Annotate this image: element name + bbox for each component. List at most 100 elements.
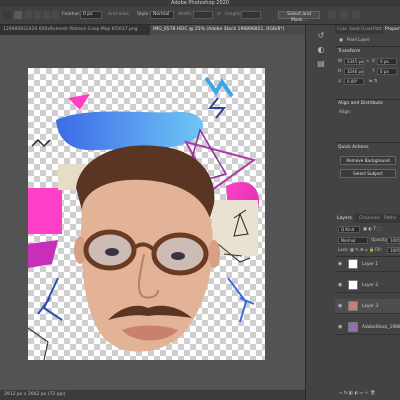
style-label: Style:	[137, 12, 150, 17]
height-input[interactable]	[241, 11, 261, 19]
layer-name: Layer 3	[362, 304, 379, 309]
y-field[interactable]: 0 px	[377, 68, 397, 75]
height-label: Height:	[225, 12, 242, 17]
workspace-icon[interactable]	[340, 11, 348, 19]
layers-tabbar: Layers Channels Paths	[335, 214, 400, 223]
layer-row[interactable]: ◉ AdobeStock_198896...	[335, 320, 400, 335]
height-field[interactable]: 3246 px	[344, 68, 364, 75]
pink-triangle-shape	[68, 94, 90, 110]
visibility-eye-icon[interactable]: ◉	[338, 324, 342, 330]
width-input[interactable]	[193, 11, 213, 19]
blend-mode-select[interactable]: Normal	[338, 237, 368, 244]
home-icon[interactable]	[3, 11, 11, 19]
h-label: H	[338, 68, 342, 73]
doc-tab-active[interactable]: IMG_6578.HEIC @ 25% (Adobe Stock 1988968…	[150, 25, 305, 35]
w-label: W	[338, 58, 343, 63]
select-subject-button[interactable]: Select Subject	[340, 169, 396, 178]
layer-name: Layer 1	[362, 262, 379, 267]
document-canvas[interactable]	[28, 68, 265, 360]
layer-name: Layer 2	[362, 283, 379, 288]
layer-filter-kind[interactable]: Q Kind	[338, 226, 360, 233]
fill-field[interactable]: 100%	[387, 247, 400, 254]
adjustments-icon[interactable]: ◐	[315, 45, 327, 55]
tab-patterns[interactable]: Patt	[371, 25, 384, 34]
select-and-mask-button[interactable]: Select and Mask...	[278, 11, 320, 23]
document-tabs: 129980932426 600x6xmesh Patreon Coop Map…	[0, 25, 305, 35]
options-bar: Feather: 0 px Anti-alias Style: Normal W…	[0, 7, 400, 25]
flip-icons[interactable]: ⇆ ⇅	[369, 78, 377, 84]
quick-actions-heading: Quick Actions	[338, 145, 369, 150]
lock-label: Lock:	[338, 247, 349, 252]
layer-row[interactable]: ◉ Layer 1	[335, 257, 400, 272]
title-bar: Adobe Photoshop 2020	[0, 0, 400, 7]
intersect-selection-icon[interactable]	[52, 11, 59, 19]
style-select[interactable]: Normal	[150, 11, 174, 19]
x-field[interactable]: 0 px	[377, 58, 397, 65]
new-selection-icon[interactable]	[25, 11, 32, 19]
layer-thumbnail	[348, 259, 358, 269]
doodle-lines	[28, 327, 49, 360]
lock-icons[interactable]: ▦ ✎ ✥ ⌂ 🔒	[350, 247, 374, 253]
y-label: Y	[372, 68, 375, 73]
panel-icon-strip: ↺ ◐ ▤	[305, 25, 336, 400]
layer-name: AdobeStock_198896...	[362, 325, 400, 330]
share-icon[interactable]	[352, 11, 360, 19]
squiggle-shape	[31, 138, 51, 148]
toolbar	[0, 35, 22, 390]
marquee-tool-icon[interactable]	[14, 11, 22, 19]
tab-properties[interactable]: Properties	[383, 25, 400, 34]
blue-lines	[37, 277, 63, 321]
opacity-label: Opacity:	[371, 237, 389, 242]
history-icon[interactable]: ↺	[315, 31, 327, 41]
eye-shape	[171, 252, 185, 260]
angle-field[interactable]: 0.00°	[344, 78, 364, 85]
remove-background-button[interactable]: Remove Background	[340, 156, 396, 165]
transform-heading: Transform	[338, 49, 361, 54]
tab-layers[interactable]: Layers	[335, 214, 354, 223]
tab-channels[interactable]: Channels	[357, 214, 382, 223]
zigzag-shape	[207, 97, 227, 119]
blue-brush-shape	[56, 111, 204, 151]
antialias-checkbox[interactable]: Anti-alias	[108, 11, 129, 19]
layer-thumbnail	[348, 301, 358, 311]
divider	[335, 142, 400, 143]
width-label: Width:	[178, 12, 193, 17]
feather-label: Feather:	[62, 12, 81, 17]
layer-row-selected[interactable]: ◉ Layer 3	[335, 299, 400, 314]
canvas-artwork	[28, 76, 259, 360]
visibility-eye-icon[interactable]: ◉	[338, 261, 342, 267]
width-field[interactable]: 2345 px	[344, 58, 364, 65]
status-bar: 2912 px x 2662 px (72 ppi)	[0, 390, 305, 400]
link-icon[interactable]: ∞	[366, 58, 370, 64]
document-info: 2912 px x 2662 px (72 ppi)	[4, 392, 66, 397]
visibility-eye-icon[interactable]: ◉	[338, 282, 342, 288]
pink-triangle-shape	[28, 240, 58, 268]
layer-actions-icons[interactable]: ∞ fx ◧ ◐ ▭ ＋ 🗑	[339, 390, 376, 396]
subtract-selection-icon[interactable]	[43, 11, 50, 19]
divider	[335, 99, 400, 100]
ear-shape	[208, 240, 220, 268]
visibility-eye-icon[interactable]: ◉	[338, 303, 342, 309]
doc-tab-1[interactable]: 129980932426 600x6xmesh Patreon Coop Map…	[0, 25, 148, 35]
layer-row[interactable]: ◉ Layer 2	[335, 278, 400, 293]
add-selection-icon[interactable]	[34, 11, 41, 19]
angle-icon: ∠	[338, 78, 342, 83]
divider	[335, 46, 400, 47]
app-title: Adobe Photoshop 2020	[171, 0, 229, 6]
search-icon[interactable]	[328, 11, 336, 19]
align-heading: Align and Distribute	[338, 101, 383, 106]
libraries-icon[interactable]: ▤	[315, 59, 327, 69]
layer-kind-label: Pixel Layer	[347, 37, 370, 42]
feather-input[interactable]: 0 px	[80, 11, 102, 19]
layer-thumbnail	[348, 280, 358, 290]
filter-icons[interactable]: ▣ ◐ T ⬚	[363, 226, 381, 232]
pink-block-shape	[28, 188, 62, 234]
opacity-field[interactable]: 100%	[387, 237, 400, 244]
swap-icon[interactable]: ⇄	[217, 11, 221, 19]
align-label: Align:	[339, 109, 351, 114]
zigzag-shape	[204, 76, 234, 98]
fill-label: Fill:	[375, 247, 383, 252]
layer-thumbnail	[348, 322, 358, 332]
tab-paths[interactable]: Paths	[382, 214, 398, 223]
right-panels: Colo Swat Grad Patt Properties ▣ Pixel L…	[335, 25, 400, 400]
